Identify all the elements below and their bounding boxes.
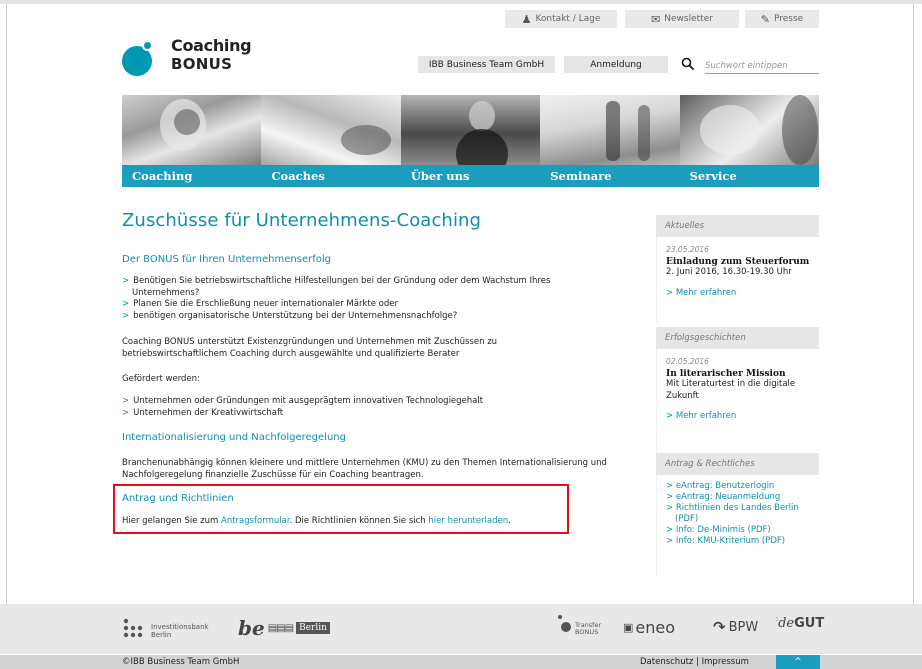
envelope-icon: ✉: [651, 12, 661, 26]
hero-image-strip: [122, 95, 819, 165]
sidebar-antrag-rechtliches: Antrag & Rechtliches eAntrag: Benutzerlo…: [656, 453, 819, 577]
nav-seminare[interactable]: Seminare: [540, 165, 679, 187]
kontakt-link[interactable]: ♟ Kontakt / Lage: [505, 10, 617, 28]
eneo-icon: ▣: [623, 621, 634, 634]
antrag-link-list: eAntrag: Benutzerlogin eAntrag: Neuanmel…: [666, 481, 810, 547]
copyright-text: ©IBB Business Team GmbH: [122, 657, 240, 667]
nav-ueber-uns[interactable]: Über uns: [401, 165, 540, 187]
list-item: Benötigen Sie betriebswirtschaftliche Hi…: [122, 276, 602, 299]
antrag-link-benutzerlogin[interactable]: eAntrag: Benutzerlogin: [666, 481, 810, 492]
top-border: [0, 0, 922, 4]
berlin-logo-text: Berlin: [296, 622, 330, 634]
eneo-logo[interactable]: ▣ eneo: [623, 618, 675, 637]
be-logo-text: be: [238, 616, 265, 640]
logo-dot-icon: [142, 40, 153, 51]
newsletter-label: Newsletter: [664, 14, 713, 24]
news-text: 2. Juni 2016, 16.30-19.30 Uhr: [666, 267, 792, 277]
bpw-text: BPW: [728, 619, 759, 635]
transfer-line2: BONUS: [575, 628, 599, 636]
datenschutz-impressum-links[interactable]: Datenschutz | Impressum: [640, 657, 749, 667]
frame-border-left: [6, 4, 7, 604]
antrag-link-de-minimis[interactable]: Info: De-Minimis (PDF): [666, 525, 810, 536]
gefoerdert-bullet-list: Unternehmen oder Gründungen mit ausgeprä…: [122, 396, 602, 419]
news-more-link[interactable]: > Mehr erfahren: [666, 288, 810, 298]
nav-service[interactable]: Service: [680, 165, 819, 187]
kontakt-label: Kontakt / Lage: [535, 14, 601, 24]
search-icon[interactable]: [681, 57, 695, 71]
person-icon: ♟: [521, 12, 532, 26]
list-item: Unternehmen oder Gründungen mit ausgeprä…: [122, 396, 602, 408]
back-to-top-button[interactable]: ^: [776, 655, 820, 669]
bpw-icon: ↷: [713, 618, 726, 636]
ibb-business-team-button[interactable]: IBB Business Team GmbH: [418, 56, 555, 73]
frame-border-right: [913, 4, 914, 604]
investitionsbank-logo[interactable]: Investitionsbank Berlin: [122, 616, 209, 639]
international-paragraph: Branchenunabhängig können kleinere und m…: [122, 458, 607, 480]
story-more-link[interactable]: > Mehr erfahren: [666, 411, 810, 421]
eneo-text: eneo: [635, 618, 676, 637]
sidebar-erfolgsgeschichten: Erfolgsgeschichten 02.05.2016 In literar…: [656, 327, 819, 455]
nav-coaching[interactable]: Coaching: [122, 165, 261, 187]
degut-text-de: de: [778, 616, 795, 631]
ibb-logo-line1: Investitionsbank: [151, 623, 209, 631]
footer-logo-bar: Investitionsbank Berlin be ▤▤▤ Berlin Tr…: [0, 604, 922, 654]
brandenburg-gate-icon: ▤▤▤: [267, 622, 294, 634]
main-content: Zuschüsse für Unternehmens-Coaching Der …: [122, 210, 642, 526]
hero-image-ueber-uns: [400, 95, 541, 165]
degut-text-gut: GUT: [794, 616, 825, 631]
list-item: benötigen organisatorische Unterstützung…: [122, 311, 602, 323]
transfer-bonus-logo[interactable]: Transfer BONUS: [556, 613, 601, 637]
search-input[interactable]: [705, 58, 819, 74]
list-item: Unternehmen der Kreativwirtschaft: [122, 408, 602, 420]
hero-image-coaches: [261, 95, 401, 165]
hero-image-coaching: [122, 95, 262, 165]
news-title[interactable]: Einladung zum Steuerforum: [666, 257, 810, 267]
section-heading-international: Internationalisierung und Nachfolgeregel…: [122, 432, 346, 443]
antrag-link-kmu[interactable]: Info: KMU-Kriterium (PDF): [666, 536, 810, 547]
newsletter-link[interactable]: ✉ Newsletter: [625, 10, 739, 28]
coaching-bonus-logo[interactable]: Coaching BONUS: [122, 36, 262, 78]
antrag-link-neuanmeldung[interactable]: eAntrag: Neuanmeldung: [666, 492, 810, 503]
sidebar-heading-erfolgsgeschichten: Erfolgsgeschichten: [656, 327, 819, 349]
degut-logo[interactable]: ∶ de GUT: [776, 615, 825, 631]
anmeldung-button[interactable]: Anmeldung: [564, 56, 668, 73]
story-date: 02.05.2016: [666, 357, 709, 366]
story-title[interactable]: In literarischer Mission: [666, 369, 810, 379]
hero-image-service: [679, 95, 819, 165]
hero-image-seminare: [540, 95, 680, 165]
bottom-bar: ©IBB Business Team GmbH Datenschutz | Im…: [0, 655, 922, 669]
bonus-paragraph: Coaching BONUS unterstützt Existenzgründ…: [122, 337, 498, 359]
list-item: Planen Sie die Erschließung neuer intern…: [122, 299, 602, 311]
presse-label: Presse: [773, 14, 804, 24]
ibb-logo-line2: Berlin: [151, 631, 172, 639]
presse-link[interactable]: ✎ Presse: [745, 10, 819, 28]
bonus-bullet-list: Benötigen Sie betriebswirtschaftliche Hi…: [122, 276, 602, 322]
sidebar-heading-antrag: Antrag & Rechtliches: [656, 453, 819, 475]
news-date: 23.05.2016: [666, 245, 709, 254]
main-nav: Coaching Coaches Über uns Seminare Servi…: [122, 165, 819, 187]
bpw-logo[interactable]: ↷ BPW: [713, 618, 758, 636]
story-text: Mit Literaturtest in die digitale Zukunf…: [666, 379, 796, 401]
gefoerdert-label: Gefördert werden:: [122, 374, 200, 384]
ibb-dots-icon: [123, 618, 143, 637]
logo-text-coaching: Coaching: [171, 36, 252, 55]
section-heading-bonus: Der BONUS für Ihren Unternehmenserfolg: [122, 254, 331, 265]
pen-icon: ✎: [760, 12, 770, 26]
sidebar-heading-aktuelles: Aktuelles: [656, 215, 819, 237]
highlight-box: [113, 484, 569, 534]
be-berlin-logo[interactable]: be ▤▤▤ Berlin: [238, 616, 330, 640]
logo-text-bonus: BONUS: [171, 55, 233, 73]
antrag-link-richtlinien[interactable]: Richtlinien des Landes Berlin (PDF): [666, 503, 810, 525]
page-title: Zuschüsse für Unternehmens-Coaching: [122, 210, 482, 231]
nav-coaches[interactable]: Coaches: [261, 165, 400, 187]
transfer-bonus-icon: [558, 615, 571, 632]
sidebar-aktuelles: Aktuelles 23.05.2016 Einladung zum Steue…: [656, 215, 819, 323]
